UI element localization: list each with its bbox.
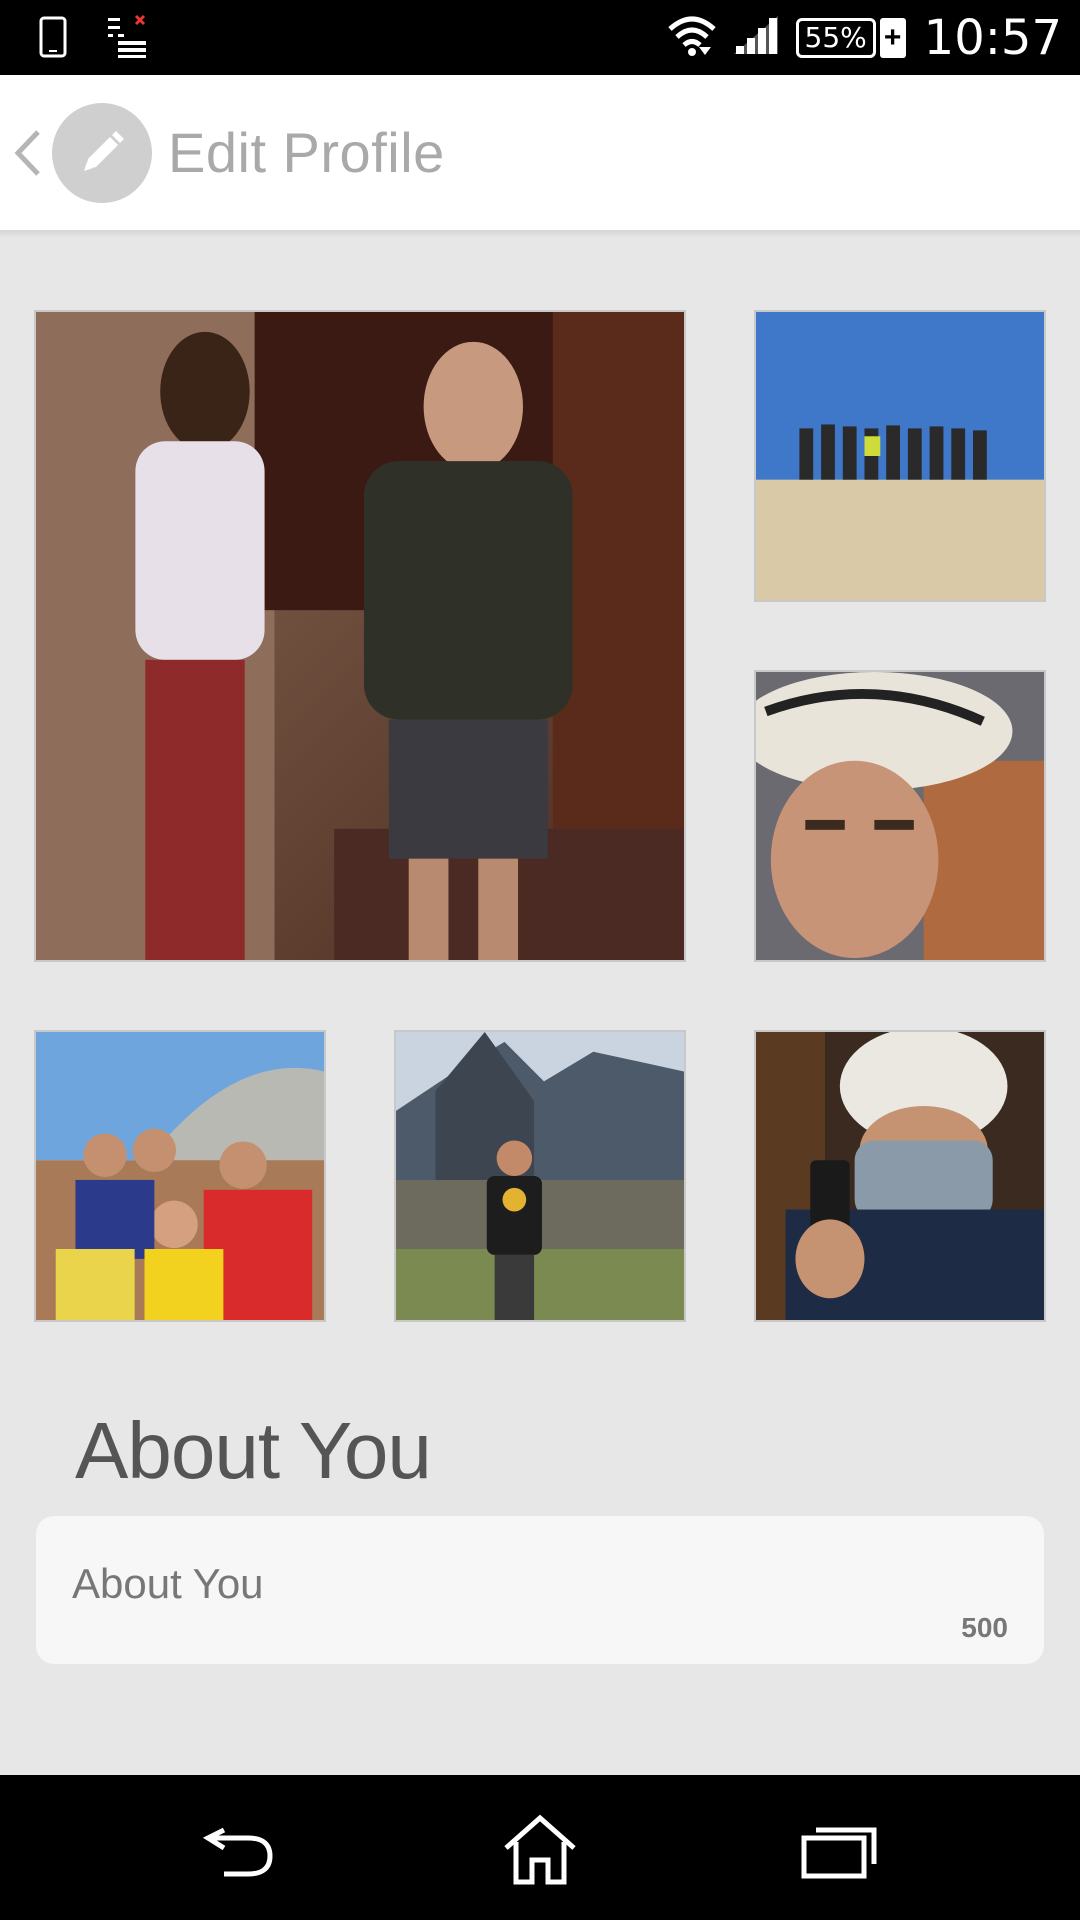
battery-level: 55% xyxy=(795,17,876,58)
page-title: Edit Profile xyxy=(168,121,445,184)
photo-3[interactable] xyxy=(754,670,1046,962)
status-bar: 55% + 10:57 xyxy=(0,0,1080,75)
battery-icon: 55% + xyxy=(795,17,906,58)
about-heading: About You xyxy=(75,1406,432,1495)
photo-4[interactable] xyxy=(34,1030,326,1322)
app-bar: Edit Profile xyxy=(0,75,1080,230)
clock: 10:57 xyxy=(923,9,1062,66)
back-button[interactable] xyxy=(12,128,44,178)
notification-list-icon xyxy=(106,14,148,63)
back-icon[interactable] xyxy=(180,1805,300,1895)
app-bar-shadow xyxy=(0,230,1080,238)
about-input[interactable] xyxy=(72,1560,972,1608)
navigation-bar xyxy=(0,1775,1080,1920)
chevron-left-icon xyxy=(14,129,40,176)
photo-5[interactable] xyxy=(394,1030,686,1322)
pencil-icon xyxy=(52,102,152,203)
wifi-icon xyxy=(666,13,718,62)
photo-6[interactable] xyxy=(754,1030,1046,1322)
signal-icon xyxy=(732,14,780,61)
recent-apps-icon[interactable] xyxy=(780,1805,900,1895)
phone-icon xyxy=(38,16,68,63)
photo-2[interactable] xyxy=(754,310,1046,602)
char-counter: 500 xyxy=(961,1612,1008,1643)
about-field[interactable]: 500 xyxy=(36,1516,1044,1664)
charging-indicator: + xyxy=(879,17,906,58)
photo-main[interactable] xyxy=(34,310,686,962)
home-icon[interactable] xyxy=(480,1805,600,1895)
